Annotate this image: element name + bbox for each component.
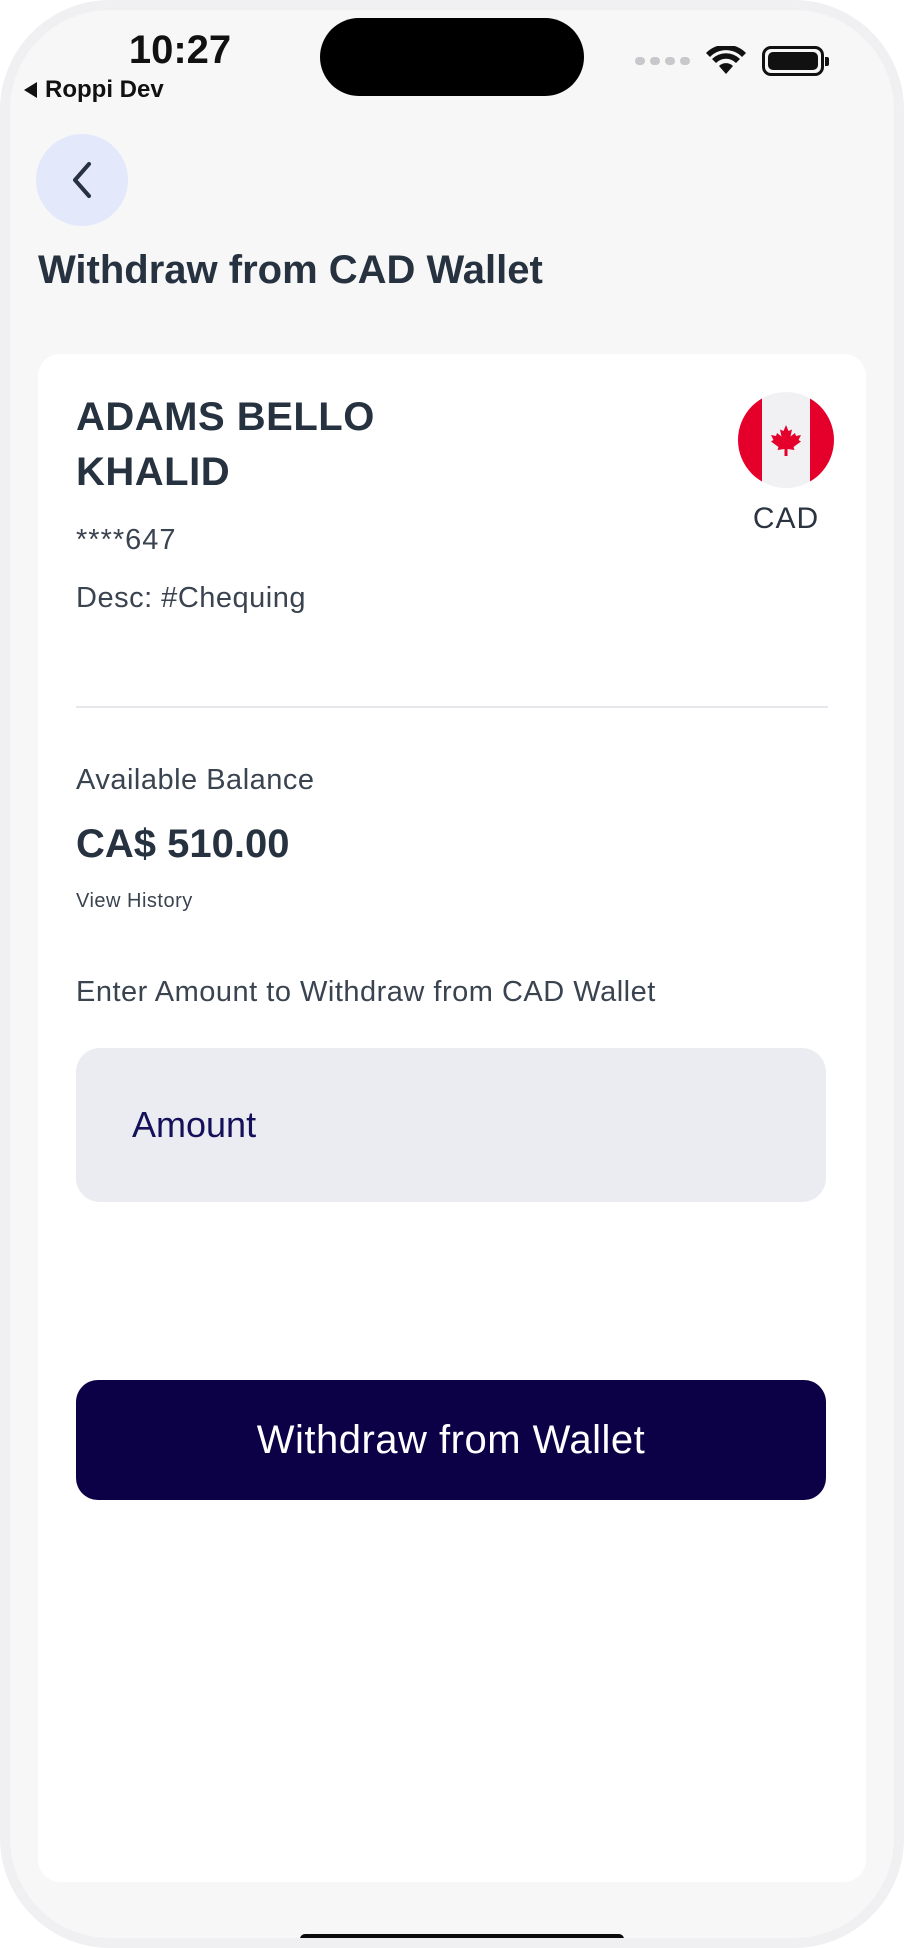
back-triangle-icon [24, 82, 37, 98]
phone-screen: 10:27 Roppi Dev Withdraw from CAD Wallet… [0, 0, 904, 1948]
account-holder-name: ADAMS BELLO KHALID [76, 395, 375, 494]
home-indicator[interactable] [300, 1934, 624, 1938]
status-icons [635, 46, 829, 76]
wifi-icon [706, 46, 746, 74]
withdraw-button[interactable]: Withdraw from Wallet [76, 1380, 826, 1500]
chevron-left-icon [73, 162, 91, 198]
account-description: Desc: #Chequing [76, 582, 306, 614]
canada-flag-icon [738, 392, 834, 488]
cellular-signal-icon [635, 57, 690, 65]
currency-badge: CAD [736, 392, 836, 536]
back-app-label: Roppi Dev [45, 76, 164, 103]
back-button[interactable] [36, 134, 128, 226]
balance-label: Available Balance [76, 764, 315, 796]
amount-input[interactable] [76, 1048, 826, 1202]
withdraw-card: ADAMS BELLO KHALID CAD ****647 Desc: #Ch… [38, 354, 866, 1882]
dynamic-island [320, 18, 584, 96]
page-title: Withdraw from CAD Wallet [38, 248, 543, 292]
status-time: 10:27 [128, 28, 232, 72]
amount-prompt: Enter Amount to Withdraw from CAD Wallet [76, 976, 656, 1008]
view-history-link[interactable]: View History [76, 890, 193, 913]
divider [76, 706, 828, 708]
account-number: ****647 [76, 524, 177, 556]
back-to-app-link[interactable]: Roppi Dev [24, 76, 164, 104]
battery-icon [762, 46, 829, 76]
balance-value: CA$ 510.00 [76, 822, 290, 866]
currency-code: CAD [752, 502, 820, 535]
